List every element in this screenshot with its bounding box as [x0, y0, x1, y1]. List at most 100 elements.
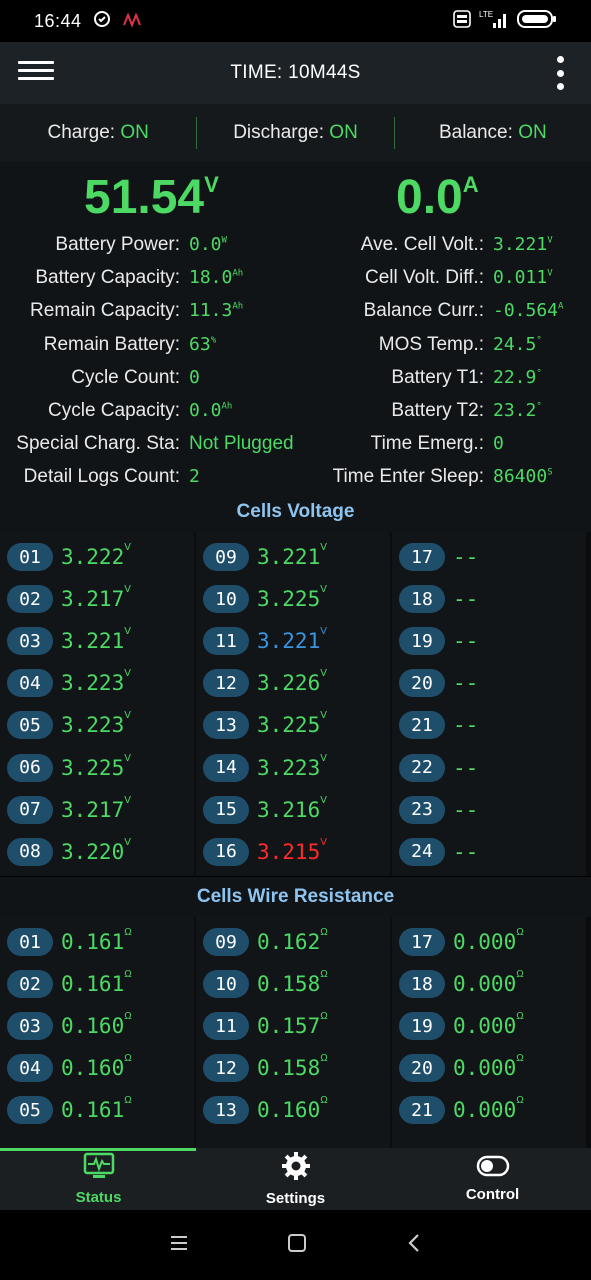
stat-unit: Ah: [221, 401, 233, 412]
cell-number-badge: 21: [399, 1096, 445, 1125]
cell-value: 0.000Ω: [453, 1011, 524, 1038]
cell-value: 0.161Ω: [61, 927, 132, 954]
stat-unit: °: [536, 335, 542, 346]
cell-number-badge: 10: [203, 585, 249, 614]
stat-unit: S: [547, 468, 553, 479]
hamburger-menu-icon[interactable]: [18, 56, 54, 88]
cell-value-number: --: [453, 545, 479, 569]
cell-unit: Ω: [320, 1011, 328, 1023]
bottom-tab-bar: Status Settings Control: [0, 1148, 591, 1210]
cell-item: 17 0.000Ω: [399, 921, 524, 963]
stat-label: MOS Temp.:: [378, 333, 484, 355]
cell-number-badge: 11: [203, 1012, 249, 1041]
cell-number-badge: 22: [399, 753, 445, 782]
stat-value: 0.011V: [493, 267, 553, 289]
cell-value-number: 0.000: [453, 972, 517, 997]
cell-value-number: 0.000: [453, 1098, 517, 1123]
cell-unit: V: [124, 836, 131, 848]
cell-value-number: 0.162: [257, 930, 321, 954]
cell-value-number: 0.160: [61, 1014, 125, 1039]
stat-number: 18.0: [189, 267, 233, 289]
cell-value-number: 3.217: [61, 587, 125, 612]
stat-label: Battery Power:: [55, 234, 180, 255]
cell-value-number: 3.221: [61, 629, 125, 654]
cell-value: 0.160Ω: [61, 1011, 132, 1039]
app-bar: TIME: 10M44S: [0, 42, 591, 104]
cell-number-badge: 23: [399, 795, 445, 824]
network-label: LTE: [479, 10, 493, 19]
stat-number: 63: [189, 333, 211, 355]
cell-unit: V: [320, 710, 327, 722]
cell-unit: V: [124, 710, 131, 722]
cell-number-badge: 17: [399, 543, 445, 571]
gear-icon: [281, 1151, 311, 1186]
stat-value: 23.2°: [493, 400, 542, 422]
cell-value: 3.223V: [257, 753, 327, 780]
cell-number-badge: 01: [7, 543, 53, 571]
stat-value: 0: [189, 367, 200, 389]
tab-settings[interactable]: Settings: [197, 1148, 394, 1210]
cell-number-badge: 15: [203, 795, 249, 824]
cell-number-badge: 02: [7, 970, 53, 999]
stat-number: 24.5: [493, 333, 537, 355]
cell-item: 02 3.217V: [7, 578, 131, 620]
cell-unit: V: [320, 794, 327, 806]
cell-item: 13 3.225V: [203, 704, 327, 746]
cell-item: 12 0.158Ω: [203, 1047, 328, 1089]
cells-resistance-title: Cells Wire Resistance: [0, 877, 591, 917]
cell-item: 10 3.225V: [203, 578, 327, 620]
discharge-label: Discharge:: [233, 122, 325, 143]
cell-item: 13 0.160Ω: [203, 1089, 328, 1131]
home-icon[interactable]: [287, 1233, 307, 1258]
cell-value: 0.160Ω: [257, 1095, 328, 1123]
cell-value-number: --: [453, 671, 479, 696]
cell-number-badge: 04: [7, 669, 53, 698]
stat-value: 18.0Ah: [189, 267, 243, 289]
cell-value: 0.000Ω: [453, 927, 524, 954]
back-icon[interactable]: [406, 1233, 422, 1258]
stat-label: Balance Curr.:: [363, 300, 484, 322]
stat-value: 0.0W: [189, 234, 227, 256]
cell-value-number: 0.158: [257, 1056, 321, 1081]
cell-item: 16 3.215V: [203, 831, 327, 873]
tab-control[interactable]: Control: [394, 1148, 591, 1210]
cell-value: --: [453, 798, 478, 822]
cell-value-number: 0.160: [257, 1098, 321, 1123]
stat-label: Cycle Count:: [71, 366, 180, 388]
cells-voltage-title: Cells Voltage: [0, 492, 591, 532]
stat-number: 3.221: [493, 234, 548, 255]
stat-label: Battery Capacity:: [35, 267, 180, 289]
cell-unit: V: [124, 794, 131, 806]
cells-voltage-grid: 01 3.222V 02 3.217V 03 3.221V 04 3.223V 05 3.223V…: [0, 532, 591, 876]
stat-unit: Ah: [232, 302, 244, 313]
cell-item: 02 0.161Ω: [7, 963, 132, 1005]
cell-value: 0.160Ω: [61, 1053, 132, 1080]
cell-number-badge: 03: [7, 627, 53, 656]
cell-item: 23 --: [399, 789, 478, 831]
cell-item: 19 0.000Ω: [399, 1005, 524, 1047]
stat-number: 86400: [493, 466, 548, 488]
toggle-icon: [476, 1155, 510, 1182]
recents-icon[interactable]: [169, 1234, 189, 1257]
cell-item: 11 3.221V: [203, 620, 327, 662]
cell-number-badge: 09: [203, 928, 249, 956]
cell-value-number: 0.161: [61, 1098, 125, 1123]
balance-label: Balance:: [438, 122, 513, 143]
cell-item: 18 0.000Ω: [399, 963, 524, 1005]
tab-status[interactable]: Status: [0, 1148, 197, 1210]
more-options-icon[interactable]: [555, 56, 565, 90]
stat-unit: %: [210, 335, 217, 346]
cell-number-badge: 21: [399, 711, 445, 740]
stat-number: 0: [189, 366, 200, 388]
cell-value: 3.220V: [61, 836, 131, 864]
stat-label: Special Charg. Sta:: [16, 433, 180, 455]
total-voltage: 51.54V: [84, 171, 219, 224]
cell-value: 3.215V: [257, 837, 327, 864]
cell-item: 21 0.000Ω: [399, 1089, 524, 1131]
active-tab-indicator: [0, 1148, 196, 1151]
cell-value-number: 3.225: [61, 755, 125, 780]
cell-number-badge: 11: [203, 627, 249, 656]
battery-summary: 51.54V 0.0A Battery Power: 0.0W Battery Ca…: [0, 162, 591, 492]
cell-value: 3.226V: [257, 668, 327, 695]
stat-unit: Ah: [232, 268, 244, 279]
